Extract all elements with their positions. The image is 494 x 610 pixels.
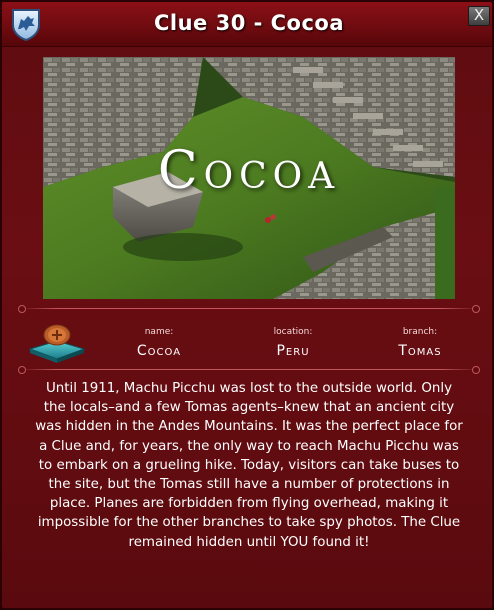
location-label: location: bbox=[273, 327, 313, 337]
info-location: location: Peru bbox=[233, 327, 353, 359]
clue-book-icon bbox=[24, 321, 90, 365]
info-name: name: Cocoa bbox=[99, 327, 219, 359]
name-value: Cocoa bbox=[136, 343, 182, 359]
clue-card: Clue 30 - Cocoa X Cocoa name: Cocoa loca… bbox=[0, 0, 494, 610]
info-branch: branch: Tomas bbox=[360, 327, 480, 359]
divider-top bbox=[18, 305, 480, 313]
clue-description: Until 1911, Machu Picchu was lost to the… bbox=[35, 381, 463, 550]
window-title: Clue 30 - Cocoa bbox=[153, 11, 345, 35]
location-value: Peru bbox=[276, 343, 310, 359]
close-icon: X bbox=[473, 6, 485, 24]
clue-photo: Cocoa bbox=[43, 57, 455, 299]
photo-caption: Cocoa bbox=[157, 141, 341, 201]
close-button[interactable]: X bbox=[468, 6, 490, 26]
title-bar: Clue 30 - Cocoa X bbox=[2, 2, 492, 47]
branch-value: Tomas bbox=[398, 343, 442, 359]
divider-bottom bbox=[18, 366, 480, 374]
branch-label: branch: bbox=[402, 327, 438, 337]
name-label: name: bbox=[144, 327, 174, 337]
